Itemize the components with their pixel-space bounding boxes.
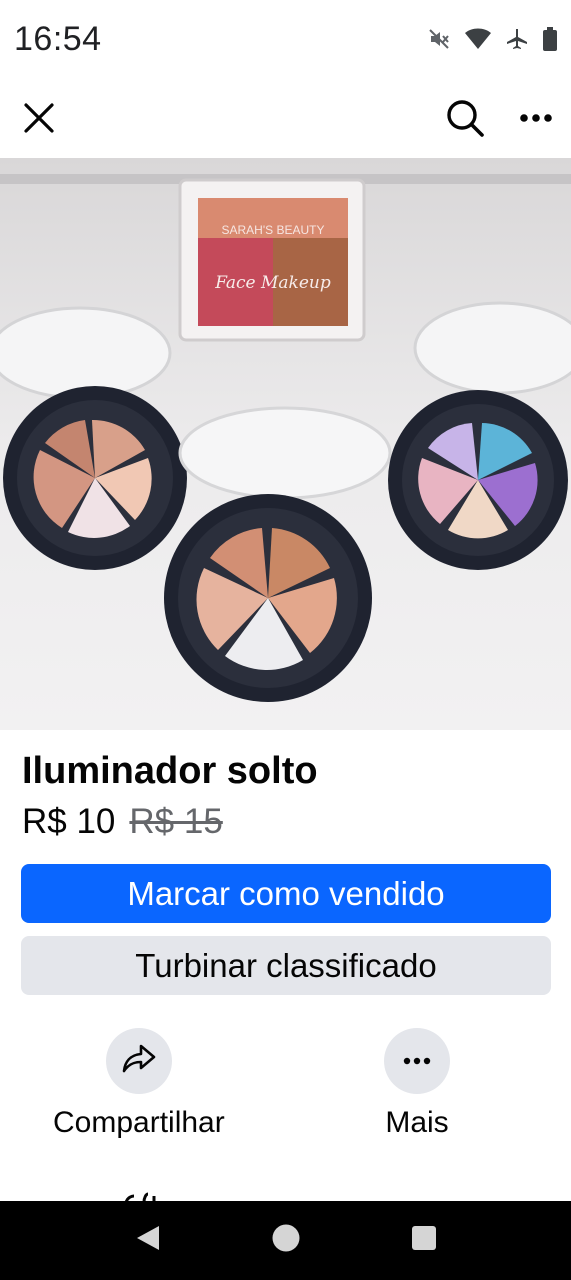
battery-icon bbox=[543, 27, 557, 51]
product-photo[interactable]: SARAH'S BEAUTY Face Makeup bbox=[0, 158, 571, 730]
top-bar bbox=[0, 78, 571, 158]
search-icon[interactable] bbox=[445, 98, 485, 138]
share-action[interactable]: Compartilhar bbox=[53, 1028, 225, 1140]
back-icon[interactable] bbox=[135, 1224, 161, 1257]
palette-left bbox=[0, 306, 187, 570]
svg-text:Face Makeup: Face Makeup bbox=[214, 273, 331, 293]
home-icon[interactable] bbox=[271, 1223, 301, 1258]
status-bar: 16:54 bbox=[0, 0, 571, 78]
boost-listing-button[interactable]: Turbinar classificado bbox=[21, 936, 551, 995]
close-icon[interactable] bbox=[22, 101, 56, 135]
palette-face-makeup: SARAH'S BEAUTY Face Makeup bbox=[178, 178, 366, 342]
scroll-peek bbox=[110, 1188, 190, 1202]
price-original: R$ 15 bbox=[129, 802, 223, 841]
status-time: 16:54 bbox=[14, 19, 102, 58]
listing-title: Iluminador solto bbox=[22, 750, 318, 792]
more-icon bbox=[403, 1052, 431, 1070]
recents-icon[interactable] bbox=[411, 1225, 437, 1256]
more-icon[interactable] bbox=[519, 113, 553, 123]
share-button[interactable] bbox=[105, 1028, 172, 1094]
top-bar-actions bbox=[445, 98, 553, 138]
price-row: R$ 10 R$ 15 bbox=[22, 802, 223, 842]
airplane-icon bbox=[505, 27, 529, 51]
wifi-icon bbox=[465, 28, 491, 50]
more-action[interactable]: Mais bbox=[384, 1028, 450, 1140]
share-icon bbox=[122, 1044, 156, 1079]
svg-text:SARAH'S BEAUTY: SARAH'S BEAUTY bbox=[222, 223, 325, 237]
price-current: R$ 10 bbox=[22, 802, 116, 841]
more-label: Mais bbox=[385, 1106, 449, 1139]
mute-icon bbox=[427, 27, 451, 51]
more-button[interactable] bbox=[384, 1028, 450, 1094]
share-label: Compartilhar bbox=[53, 1106, 225, 1139]
palette-right bbox=[388, 301, 571, 570]
mark-sold-button[interactable]: Marcar como vendido bbox=[21, 864, 551, 923]
system-nav-bar bbox=[0, 1201, 571, 1280]
status-icons bbox=[427, 27, 557, 51]
